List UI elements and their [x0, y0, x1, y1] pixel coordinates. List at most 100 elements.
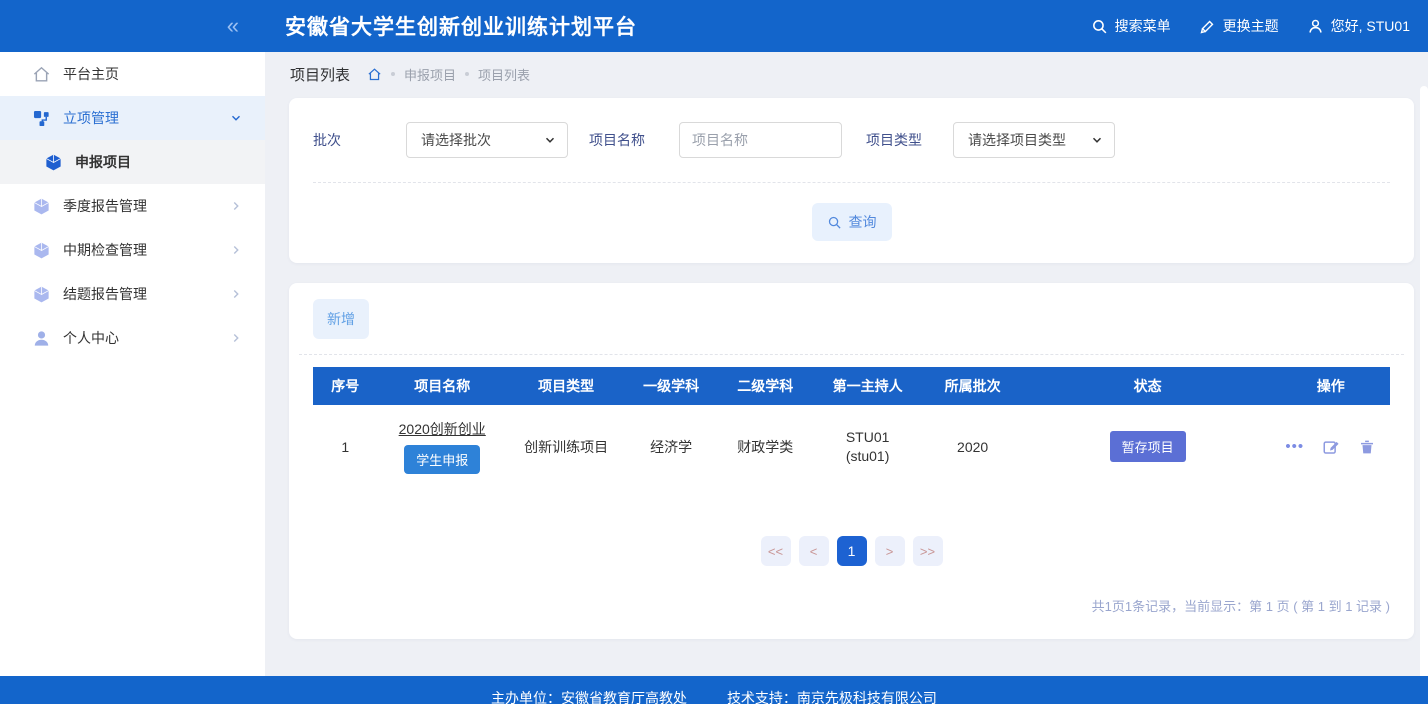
breadcrumb-separator	[391, 72, 396, 76]
breadcrumb: 项目列表 申报项目 项目列表	[265, 52, 1428, 96]
delete-icon[interactable]	[1358, 438, 1376, 456]
scrollbar[interactable]	[1420, 86, 1428, 676]
page-title: 项目列表	[290, 66, 351, 84]
cell-discipline2: 财政学类	[737, 438, 794, 455]
batch-select-value: 请选择批次	[421, 132, 491, 148]
chevron-down-icon	[1090, 133, 1104, 147]
cube-icon	[32, 241, 51, 260]
chevron-down-icon	[543, 133, 557, 147]
prev-page-button[interactable]: <	[798, 536, 829, 566]
cell-index: 1	[341, 438, 350, 455]
sidebar-item-label: 个人中心	[63, 330, 119, 346]
column-header-name: 项目名称	[377, 367, 507, 405]
add-button[interactable]: 新增	[313, 299, 369, 339]
sidebar-item-label: 结题报告管理	[63, 286, 147, 302]
divider	[299, 354, 1404, 355]
breadcrumb-item: 项目列表	[478, 67, 531, 83]
column-header-discipline1: 一级学科	[625, 367, 717, 405]
cell-batch: 2020	[957, 438, 989, 455]
sidebar-item-label: 申报项目	[75, 154, 131, 170]
project-type-select[interactable]: 请选择项目类型	[953, 122, 1115, 158]
current-page-button[interactable]: 1	[836, 536, 867, 566]
content-area: 批次 请选择批次 项目名称 项目类型 请选择项目类型	[265, 96, 1428, 676]
header-actions: 搜索菜单 更换主题 您好, STU01	[1091, 0, 1428, 52]
theme-icon	[1199, 18, 1216, 35]
search-icon	[1091, 18, 1108, 35]
project-name-input[interactable]	[679, 122, 842, 158]
user-menu[interactable]: 您好, STU01	[1307, 16, 1410, 36]
search-menu-button[interactable]: 搜索菜单	[1091, 16, 1171, 36]
project-name-link[interactable]: 2020创新创业	[399, 419, 486, 439]
pagination: << < 1 > >>	[313, 536, 1390, 566]
batch-select[interactable]: 请选择批次	[406, 122, 568, 158]
sidebar-item-label: 立项管理	[63, 110, 119, 126]
query-button[interactable]: 查询	[811, 203, 892, 241]
column-header-operations: 操作	[1271, 367, 1390, 405]
next-page-button[interactable]: >	[874, 536, 905, 566]
sidebar-item-label: 中期检查管理	[63, 242, 147, 258]
app-title: 安徽省大学生创新创业训练计划平台	[285, 16, 637, 39]
divider	[313, 182, 1390, 183]
cube-icon	[44, 153, 63, 172]
project-name-label: 项目名称	[589, 132, 645, 148]
change-theme-button[interactable]: 更换主题	[1199, 16, 1279, 36]
project-nodes-icon	[32, 109, 51, 128]
sidebar-item-final-report[interactable]: 结题报告管理	[0, 272, 265, 316]
column-header-status: 状态	[1023, 367, 1272, 405]
header-logo-zone: «	[0, 0, 265, 52]
cell-type: 创新训练项目	[524, 438, 609, 455]
chevron-down-icon	[229, 111, 243, 125]
column-header-index: 序号	[313, 367, 378, 405]
breadcrumb-home-icon[interactable]	[367, 67, 382, 82]
table-row: 1 2020创新创业 学生申报 创新训练项目 经济学 财政学类 STU01 (s…	[313, 405, 1390, 488]
footer-organizer: 主办单位：安徽省教育厅高教处	[491, 690, 688, 704]
sidebar-item-quarterly-report[interactable]: 季度报告管理	[0, 184, 265, 228]
cell-name: 2020创新创业 学生申报	[378, 405, 507, 488]
student-declare-badge: 学生申报	[404, 445, 481, 474]
sidebar: 平台主页 立项管理 申报项目 季度报告管理 中期检查管理 结题报告管理 个人中心	[0, 52, 265, 676]
chevron-right-icon	[229, 331, 243, 345]
sidebar-item-project-management[interactable]: 立项管理	[0, 96, 265, 140]
breadcrumb-item: 申报项目	[404, 67, 457, 83]
home-icon	[32, 65, 51, 84]
record-summary: 共1页1条记录，当前显示：第 1 页 ( 第 1 到 1 记录 )	[1091, 599, 1390, 614]
footer-support: 技术支持：南京先极科技有限公司	[726, 690, 937, 704]
search-menu-label: 搜索菜单	[1114, 18, 1171, 34]
sidebar-item-label: 季度报告管理	[63, 198, 147, 214]
table-header-row: 序号 项目名称 项目类型 一级学科 二级学科 第一主持人 所属批次 状态 操作	[313, 367, 1390, 405]
collapse-sidebar-icon[interactable]: «	[227, 15, 239, 37]
user-icon	[1307, 18, 1324, 35]
table-panel: 新增 序号 项目名称 项目类型 一级学科 二级学科 第一主持人 所属批次 状态 …	[289, 283, 1414, 639]
top-header: « 安徽省大学生创新创业训练计划平台 搜索菜单 更换主题 您好, STU01	[0, 0, 1428, 52]
column-header-leader: 第一主持人	[813, 367, 922, 405]
project-type-select-value: 请选择项目类型	[968, 132, 1066, 148]
chevron-right-icon	[229, 287, 243, 301]
column-header-discipline2: 二级学科	[716, 367, 814, 405]
sidebar-item-label: 平台主页	[63, 66, 119, 82]
column-header-type: 项目类型	[506, 367, 626, 405]
footer: 主办单位：安徽省教育厅高教处 技术支持：南京先极科技有限公司	[0, 676, 1428, 704]
status-badge: 暂存项目	[1109, 431, 1186, 462]
chevron-right-icon	[229, 199, 243, 213]
sidebar-item-personal-center[interactable]: 个人中心	[0, 316, 265, 360]
projects-table: 序号 项目名称 项目类型 一级学科 二级学科 第一主持人 所属批次 状态 操作	[313, 367, 1390, 488]
leader-account: (stu01)	[845, 448, 890, 464]
cube-icon	[32, 285, 51, 304]
user-icon	[32, 329, 51, 348]
last-page-button[interactable]: >>	[912, 536, 943, 566]
sidebar-item-home[interactable]: 平台主页	[0, 52, 265, 96]
query-button-label: 查询	[848, 214, 877, 230]
sidebar-item-midterm-check[interactable]: 中期检查管理	[0, 228, 265, 272]
cell-discipline1: 经济学	[650, 438, 693, 455]
more-options-icon[interactable]: •••	[1285, 438, 1304, 455]
project-type-label: 项目类型	[866, 132, 922, 148]
edit-icon[interactable]	[1322, 438, 1340, 456]
cell-operations: •••	[1271, 405, 1390, 488]
first-page-button[interactable]: <<	[760, 536, 791, 566]
cell-leader: STU01 (stu01)	[814, 405, 922, 488]
column-header-batch: 所属批次	[921, 367, 1024, 405]
search-icon	[827, 215, 842, 230]
sidebar-item-declare-project[interactable]: 申报项目	[0, 140, 265, 184]
user-greeting: 您好, STU01	[1330, 18, 1410, 34]
cell-status: 暂存项目	[1024, 405, 1272, 488]
